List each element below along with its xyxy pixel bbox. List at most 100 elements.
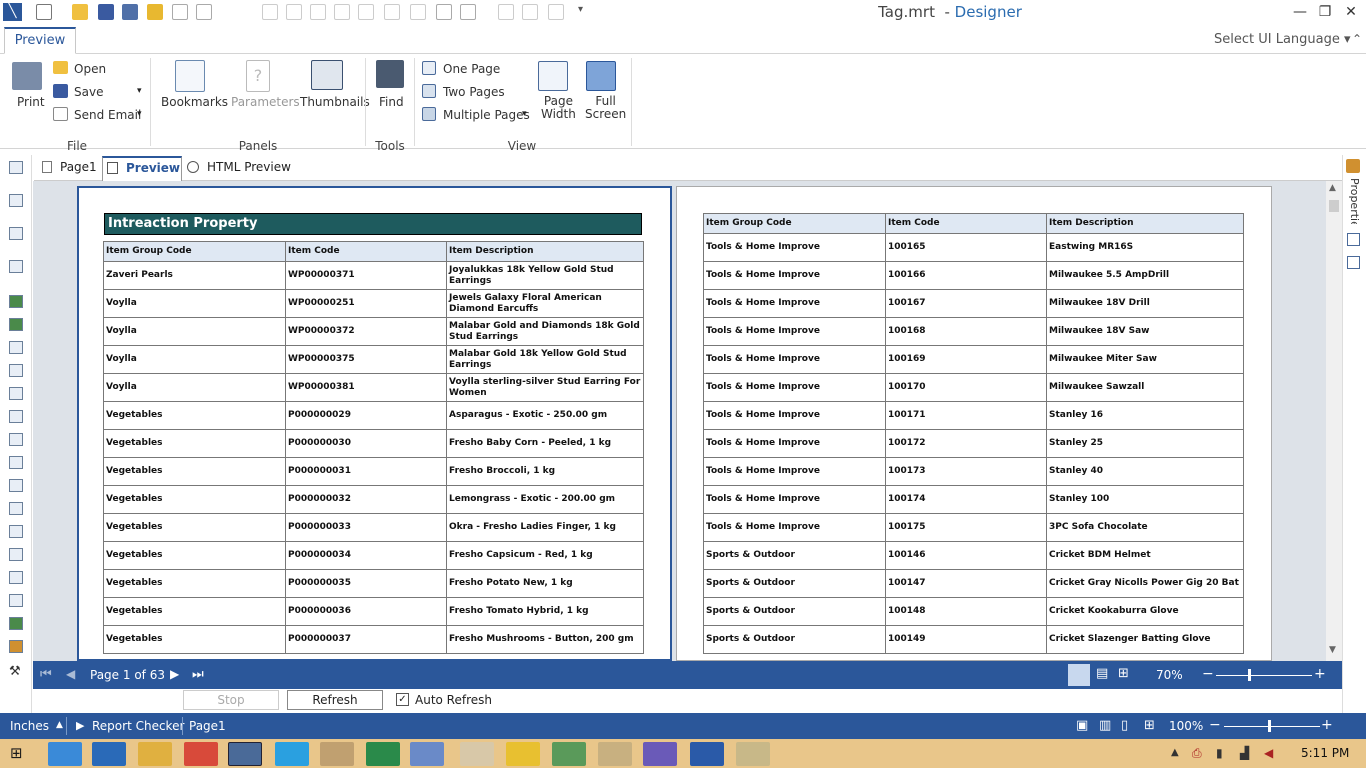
dictionary-icon[interactable] [1347,233,1360,246]
page-indicator[interactable]: Page 1 of 63 [90,668,165,682]
send-email-button[interactable]: Send Email [74,108,141,122]
toolbox-subreport-icon[interactable] [9,479,23,492]
thumbnails-button[interactable]: Thumbnails [300,95,370,109]
tab-page1[interactable]: Page1 [42,160,97,174]
toolbox-container-icon[interactable] [9,456,23,469]
open-folder-icon[interactable] [147,4,163,20]
toolbox-barcode-icon[interactable] [9,617,23,630]
chrome-icon[interactable] [184,742,218,766]
tab-preview-doc[interactable]: Preview [102,156,182,182]
distribute-icon[interactable] [522,4,538,20]
teams-icon[interactable] [643,742,677,766]
print-button[interactable]: Print [17,95,45,109]
align-center-icon[interactable] [262,4,278,20]
tray-battery-icon[interactable]: ▮ [1216,746,1223,760]
toolbox-image-icon[interactable] [9,260,23,273]
skype-icon[interactable] [275,742,309,766]
full-screen-button[interactable]: Full Screen [585,95,626,121]
refresh-button[interactable]: Refresh [287,690,383,710]
same-width-icon[interactable] [384,4,400,20]
notepad-icon[interactable] [460,742,494,766]
toolbox-table-icon[interactable] [9,502,23,515]
one-page-button[interactable]: One Page [443,62,500,76]
one-page-view-icon[interactable] [1068,664,1090,686]
find-button[interactable]: Find [379,95,404,109]
save-as-icon[interactable] [122,4,138,20]
toolbox-label-icon[interactable] [9,548,23,561]
order-icon[interactable] [548,4,564,20]
spacing-icon[interactable] [498,4,514,20]
status-zoom-in-button[interactable]: + [1321,717,1333,733]
scroll-up-icon[interactable]: ▲ [1329,183,1336,193]
zoom-in-button[interactable]: + [1314,666,1326,682]
app-circle-icon[interactable] [552,742,586,766]
paint-icon[interactable] [736,742,770,766]
excel-icon[interactable] [366,742,400,766]
save-button[interactable]: Save [74,85,103,99]
tools-app-icon[interactable] [320,742,354,766]
multi-page-view-icon[interactable]: ⊞ [1118,666,1129,681]
quick-access-dropdown-icon[interactable]: ▾ [578,4,583,15]
same-size-icon[interactable] [436,4,452,20]
toolbox-text-icon[interactable] [9,387,23,400]
page-width-button[interactable]: Page Width [541,95,576,121]
toolbox-checkbox-icon[interactable] [9,525,23,538]
toolbox-band-icon[interactable] [9,161,23,174]
align-bottom-icon[interactable] [358,4,374,20]
units-selector[interactable]: Inches [10,719,49,733]
vertical-scrollbar[interactable]: ▲ ▼ [1326,181,1342,661]
first-page-icon[interactable]: ⏮ [40,667,52,682]
two-pages-button[interactable]: Two Pages [443,85,505,99]
toolbox-chart-icon[interactable] [9,640,23,653]
next-page-icon[interactable]: ▶ [170,667,179,681]
open-icon[interactable] [72,4,88,20]
power-bi-icon[interactable] [506,742,540,766]
auto-refresh-checkbox[interactable]: ✓ [396,693,409,706]
align-top-icon[interactable] [310,4,326,20]
app-icon[interactable]: ╲ [3,3,22,21]
scroll-thumb[interactable] [1329,200,1339,212]
save-icon[interactable] [98,4,114,20]
bookmarks-button[interactable]: Bookmarks [161,95,228,109]
zoom-slider-thumb[interactable] [1248,669,1251,681]
tab-preview[interactable]: Preview [4,27,76,54]
properties-tab[interactable]: Properties [1348,178,1361,224]
tray-chevron-icon[interactable]: ▲ [1171,747,1179,758]
previous-page-icon[interactable]: ◀ [66,667,75,681]
report-checker-button[interactable]: Report Checker [92,719,184,733]
zoom-out-button[interactable]: − [1202,666,1214,682]
units-dropdown-icon[interactable]: ▲ [56,720,63,730]
stop-button[interactable]: Stop [183,690,279,710]
designer-app-icon[interactable] [228,742,262,766]
open-button[interactable]: Open [74,62,106,76]
toolbox-settings-icon[interactable]: ⚒ [9,664,21,679]
align-left-icon[interactable] [196,4,212,20]
two-page-view-icon[interactable]: ▤ [1096,666,1108,681]
network-app-icon[interactable] [410,742,444,766]
toolbox-shape-icon[interactable] [9,594,23,607]
toolbox-footer-band-icon[interactable] [9,318,23,331]
new-icon[interactable] [36,4,52,20]
send-email-dropdown-icon[interactable]: ▾ [137,109,142,119]
select-ui-language[interactable]: Select UI Language ▾ [1214,32,1351,47]
multiple-pages-dropdown-icon[interactable]: ▾ [522,109,527,119]
toolbox-data-band-icon[interactable] [9,341,23,354]
tab-html-preview[interactable]: HTML Preview [187,160,291,174]
print-icon[interactable] [12,62,42,90]
same-height-icon[interactable] [410,4,426,20]
status-zoom-slider[interactable] [1224,726,1320,727]
outlook-icon[interactable] [92,742,126,766]
save-dropdown-icon[interactable]: ▾ [137,86,142,96]
parameters-button[interactable]: Parameters [231,95,300,109]
zoom-slider[interactable] [1216,675,1312,676]
status-zoom-out-button[interactable]: − [1209,717,1221,733]
tray-printer-icon[interactable]: ⎙ [1192,746,1202,761]
fit-page-icon[interactable]: ▥ [1099,718,1111,733]
report-tree-icon[interactable] [1347,256,1360,269]
collapse-ribbon-icon[interactable]: ⌃ [1352,32,1362,46]
status-zoom-thumb[interactable] [1268,720,1271,732]
taskbar-clock[interactable]: 5:11 PM [1301,746,1349,760]
toolbox-component-icon[interactable] [9,227,23,240]
toolbox-cross-band-icon[interactable] [9,194,23,207]
properties-icon[interactable] [1346,159,1360,173]
